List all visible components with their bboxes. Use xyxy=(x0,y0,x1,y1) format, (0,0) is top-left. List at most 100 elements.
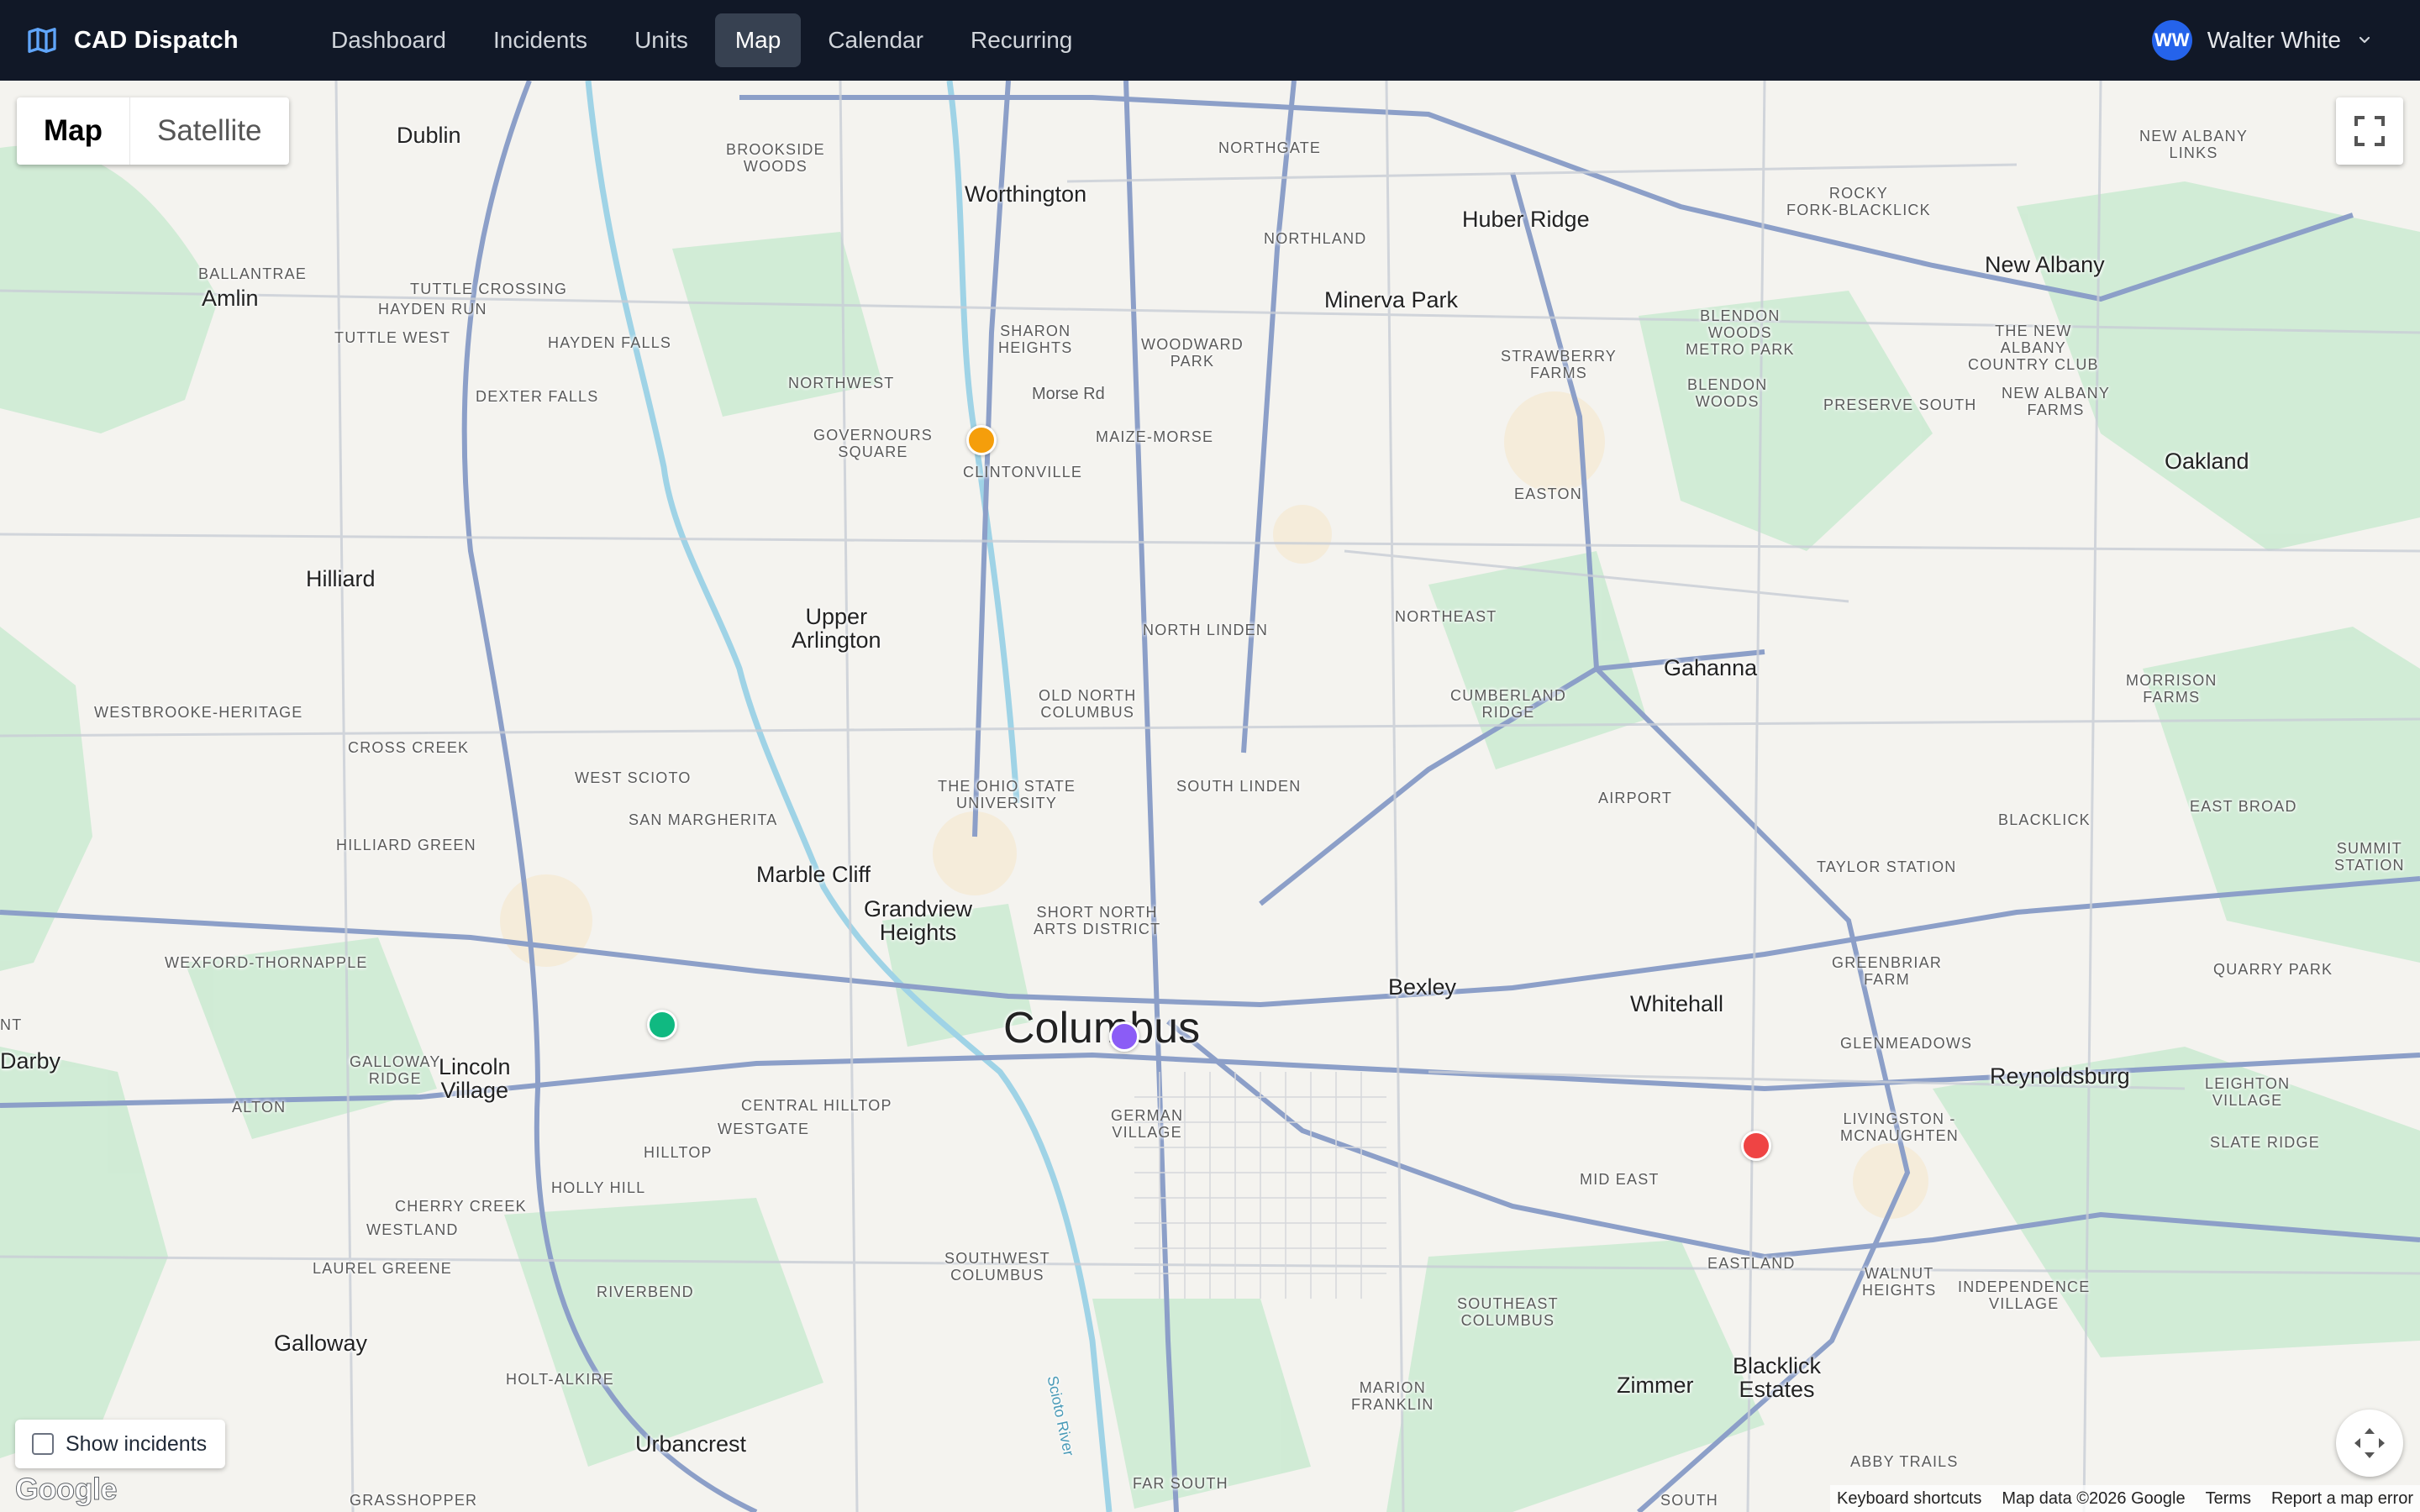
nav-dashboard[interactable]: Dashboard xyxy=(311,13,466,67)
place-new-albany-links: NEW ALBANY LINKS xyxy=(2139,128,2249,161)
chevron-down-icon xyxy=(2359,36,2370,44)
place-airport: AIRPORT xyxy=(1598,790,1673,806)
place-marion-franklin: MARION FRANKLIN xyxy=(1351,1379,1434,1413)
place-easton: EASTON xyxy=(1514,486,1582,502)
place-hayden-falls: HAYDEN FALLS xyxy=(548,334,672,351)
place-new-albany-cc: THE NEW ALBANY COUNTRY CLUB xyxy=(1968,323,2099,373)
place-grasshopper: GRASSHOPPER xyxy=(350,1492,478,1509)
place-amlin: Amlin xyxy=(202,286,259,311)
show-incidents-toggle[interactable]: Show incidents xyxy=(15,1420,226,1468)
place-south: SOUTH xyxy=(1660,1492,1718,1509)
place-ohio-state: THE OHIO STATE UNIVERSITY xyxy=(938,778,1076,811)
place-cherry-creek: CHERRY CREEK xyxy=(395,1198,527,1215)
map-type-control: Map Satellite xyxy=(17,97,289,165)
incident-marker-green[interactable] xyxy=(647,1010,677,1040)
place-hilltop: HILLTOP xyxy=(644,1144,713,1161)
nav-map[interactable]: Map xyxy=(714,13,802,67)
top-navigation-bar: CAD Dispatch Dashboard Incidents Units M… xyxy=(0,0,2420,81)
place-blacklick-estates: Blacklick Estates xyxy=(1733,1353,1822,1402)
place-woodward-park: WOODWARD PARK xyxy=(1141,336,1244,370)
place-gahanna: Gahanna xyxy=(1664,655,1758,680)
incident-marker-orange[interactable] xyxy=(966,425,997,455)
incident-marker-purple[interactable] xyxy=(1109,1021,1139,1052)
map-type-satellite-button[interactable]: Satellite xyxy=(129,97,289,165)
place-maize-morse: MAIZE-MORSE xyxy=(1096,428,1214,445)
place-southwest-columbus: SOUTHWEST COLUMBUS xyxy=(944,1250,1050,1284)
place-glenmeadows: GLENMEADOWS xyxy=(1840,1035,1973,1052)
place-northeast: NORTHEAST xyxy=(1395,608,1497,625)
place-german-village: GERMAN VILLAGE xyxy=(1111,1107,1184,1141)
move-arrows-icon xyxy=(2354,1428,2385,1458)
place-hilliard-green: HILLIARD GREEN xyxy=(336,837,476,853)
place-westland: WESTLAND xyxy=(366,1221,459,1238)
place-westgate: WESTGATE xyxy=(718,1121,810,1137)
user-menu[interactable]: WW Walter White xyxy=(2151,20,2373,60)
place-morse-rd: Morse Rd xyxy=(1032,385,1105,403)
place-sharon-heights: SHARON HEIGHTS xyxy=(998,323,1073,356)
place-tuttle-crossing: TUTTLE CROSSING xyxy=(410,281,568,297)
report-error-link[interactable]: Report a map error xyxy=(2271,1489,2413,1509)
place-independence-village: INDEPENDENCE VILLAGE xyxy=(1958,1278,2091,1312)
place-far-south: FAR SOUTH xyxy=(1133,1475,1228,1492)
place-morrison-farms: MORRISON FARMS xyxy=(2126,672,2217,706)
place-clintonville: CLINTONVILLE xyxy=(963,464,1083,480)
place-leighton-village: LEIGHTON VILLAGE xyxy=(2205,1075,2291,1109)
nav-incidents[interactable]: Incidents xyxy=(473,13,608,67)
place-blendon-woods: BLENDON WOODS xyxy=(1687,376,1768,410)
place-holt-alkire: HOLT-ALKIRE xyxy=(506,1371,614,1388)
fullscreen-icon xyxy=(2354,116,2385,146)
place-rocky-fork: ROCKY FORK-BLACKLICK xyxy=(1786,185,1931,218)
place-dexter-falls: DEXTER FALLS xyxy=(476,388,599,405)
brand[interactable]: CAD Dispatch xyxy=(25,24,286,57)
map-icon xyxy=(28,28,56,53)
place-wexford-thornapple: WEXFORD-THORNAPPLE xyxy=(165,954,368,971)
place-summit-station: SUMMIT STATION xyxy=(2334,840,2405,874)
place-lincoln-village: Lincoln Village xyxy=(439,1054,511,1103)
place-old-north-columbus: OLD NORTH COLUMBUS xyxy=(1039,687,1137,721)
place-northgate: NORTHGATE xyxy=(1218,139,1322,156)
place-tuttle-west: TUTTLE WEST xyxy=(334,329,451,346)
avatar: WW xyxy=(2151,20,2192,60)
place-marble-cliff: Marble Cliff xyxy=(756,862,871,887)
place-south-linden: SOUTH LINDEN xyxy=(1176,778,1302,795)
place-east-broad: EAST BROAD xyxy=(2190,798,2297,815)
place-mid-east: MID EAST xyxy=(1580,1171,1660,1188)
place-dublin: Dublin xyxy=(397,123,461,148)
map-canvas[interactable]: Dublin Worthington Huber Ridge Minerva P… xyxy=(0,81,2420,1512)
place-minerva-park: Minerva Park xyxy=(1324,287,1459,312)
place-riverbend: RIVERBEND xyxy=(597,1284,694,1300)
camera-control-button[interactable] xyxy=(2336,1410,2403,1477)
terms-link[interactable]: Terms xyxy=(2206,1489,2251,1509)
incident-marker-red[interactable] xyxy=(1741,1131,1771,1161)
google-logo: Google xyxy=(15,1472,118,1507)
place-greenbriar-farm: GREENBRIAR FARM xyxy=(1832,954,1943,988)
place-galloway: Galloway xyxy=(274,1331,368,1356)
place-worthington: Worthington xyxy=(965,181,1087,207)
place-galloway-ridge: GALLOWAY RIDGE xyxy=(350,1053,441,1087)
place-walnut-heights: WALNUT HEIGHTS xyxy=(1862,1265,1937,1299)
place-blacklick: BLACKLICK xyxy=(1998,811,2091,828)
nav-recurring[interactable]: Recurring xyxy=(950,13,1092,67)
nav-calendar[interactable]: Calendar xyxy=(808,13,944,67)
place-slate-ridge: SLATE RIDGE xyxy=(2210,1134,2320,1151)
show-incidents-label: Show incidents xyxy=(66,1431,208,1456)
place-northwest: NORTHWEST xyxy=(788,375,895,391)
place-ballantrae: BALLANTRAE xyxy=(198,265,308,282)
place-huber-ridge: Huber Ridge xyxy=(1462,207,1590,232)
place-new-albany-farms: NEW ALBANY FARMS xyxy=(2002,385,2111,418)
place-alton: ALTON xyxy=(232,1099,287,1116)
fullscreen-button[interactable] xyxy=(2336,97,2403,165)
place-short-north: SHORT NORTH ARTS DISTRICT xyxy=(1034,904,1161,937)
place-urbancrest: Urbancrest xyxy=(635,1431,747,1457)
keyboard-shortcuts-link[interactable]: Keyboard shortcuts xyxy=(1837,1489,1981,1509)
app-name: CAD Dispatch xyxy=(74,26,239,54)
place-cumberland-ridge: CUMBERLAND RIDGE xyxy=(1450,687,1567,721)
map-type-map-button[interactable]: Map xyxy=(17,97,129,165)
place-northland: NORTHLAND xyxy=(1264,230,1367,247)
place-san-margherita: SAN MARGHERITA xyxy=(629,811,778,828)
place-grandview-heights: Grandview Heights xyxy=(864,896,973,945)
place-darby: Darby xyxy=(0,1048,61,1074)
place-taylor-station: TAYLOR STATION xyxy=(1817,858,1957,875)
show-incidents-checkbox[interactable] xyxy=(32,1433,54,1455)
nav-units[interactable]: Units xyxy=(614,13,708,67)
